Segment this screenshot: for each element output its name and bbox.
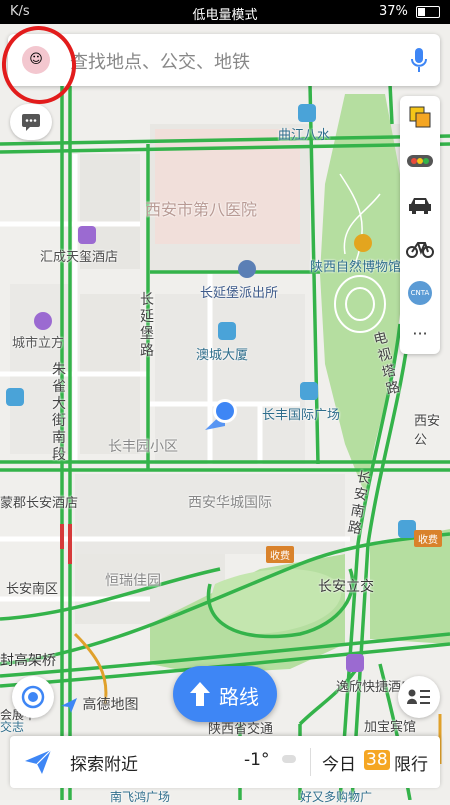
bottom-bar: 探索附近 -1° 今日 38 限行 bbox=[10, 736, 440, 788]
today-label: 今日 bbox=[322, 755, 356, 775]
list-view-button[interactable] bbox=[398, 676, 440, 718]
poi-xian-right[interactable]: 西安公 bbox=[414, 410, 444, 448]
poi-changyanbao-police[interactable]: 长延堡派出所 bbox=[200, 282, 278, 301]
cloud-icon bbox=[282, 755, 296, 763]
road-gaojiaqiao: 封高架桥 bbox=[0, 653, 56, 669]
list-icon bbox=[407, 689, 430, 704]
route-button-label: 路线 bbox=[219, 685, 259, 709]
area-hengrui-jiayuan: 恒瑞佳园 bbox=[105, 573, 161, 589]
brand-logo: 高德地图 bbox=[60, 694, 138, 714]
battery-icon bbox=[416, 5, 440, 18]
road-zhuque-street: 朱雀大街南段 bbox=[52, 362, 66, 463]
building-icon bbox=[218, 322, 236, 340]
poi-chengshi-lifang[interactable]: 城市立方 bbox=[12, 332, 64, 351]
traffic-button[interactable] bbox=[400, 140, 440, 182]
locate-icon bbox=[21, 685, 45, 709]
paper-plane-icon bbox=[25, 749, 52, 774]
poi-nanjun-hotel[interactable]: 蒙郡长安酒店 bbox=[0, 492, 78, 511]
map-tools-panel: CNTA ··· bbox=[400, 96, 440, 354]
temperature: -1° bbox=[244, 750, 270, 770]
microphone-icon[interactable] bbox=[410, 46, 428, 74]
taxi-button[interactable] bbox=[400, 184, 440, 226]
poi-qujiang[interactable]: 曲江八水 bbox=[278, 124, 330, 143]
restriction-label: 限行 bbox=[394, 755, 428, 775]
cnta-button[interactable]: CNTA bbox=[400, 272, 440, 314]
poi-xian-eighth-hospital[interactable]: 西安市第八医院 bbox=[145, 196, 257, 220]
area-changan-lijiao: 长安立交 bbox=[318, 579, 374, 595]
shop-icon bbox=[34, 312, 52, 330]
explore-nearby-label: 探索附近 bbox=[70, 755, 138, 775]
route-button[interactable]: 路线 bbox=[173, 666, 277, 722]
amap-logo-icon bbox=[61, 698, 77, 713]
poi-changan-nanqu[interactable]: 长安南区 bbox=[6, 578, 58, 597]
locate-me-button[interactable] bbox=[12, 676, 54, 718]
layers-icon bbox=[409, 106, 431, 128]
poi-jiaozhi[interactable]: 交志 bbox=[0, 718, 24, 735]
road-changyanbao: 长延堡路 bbox=[140, 292, 154, 359]
battery-percent: 37% bbox=[378, 4, 408, 19]
messages-button[interactable] bbox=[10, 104, 52, 140]
museum-icon bbox=[354, 234, 372, 252]
brand-name: 高德地图 bbox=[82, 697, 139, 713]
chat-bubble-icon bbox=[22, 114, 40, 131]
cnta-icon: CNTA bbox=[408, 281, 432, 305]
layers-button[interactable] bbox=[400, 96, 440, 138]
area-changfengyuan: 长丰园小区 bbox=[108, 439, 178, 455]
bike-button[interactable] bbox=[400, 228, 440, 270]
attraction-icon bbox=[298, 104, 316, 122]
toll-badge: 收费 bbox=[414, 530, 442, 547]
explore-nearby-button[interactable]: 探索附近 bbox=[10, 736, 230, 788]
building-icon bbox=[6, 388, 24, 406]
battery-status: 37% bbox=[379, 4, 440, 19]
restriction-numbers: 38 bbox=[364, 750, 390, 770]
route-arrow-icon bbox=[190, 682, 210, 706]
poi-shaanxi-museum[interactable]: 陕西自然博物馆 bbox=[310, 256, 401, 275]
weather-widget[interactable]: -1° bbox=[238, 736, 308, 788]
poi-jiabao-hotel[interactable]: 加宝宾馆 bbox=[364, 716, 416, 735]
traffic-restriction[interactable]: 今日 38 限行 bbox=[320, 736, 440, 788]
hotel-icon bbox=[346, 654, 364, 672]
hotel-icon bbox=[78, 226, 96, 244]
taxi-icon bbox=[409, 198, 431, 214]
status-bar: K/s 低电量模式 37% bbox=[0, 0, 450, 24]
poi-haoyou-plaza[interactable]: 好又多购物广 bbox=[300, 788, 372, 805]
bike-icon bbox=[406, 242, 434, 258]
building-icon bbox=[300, 382, 318, 400]
more-icon: ··· bbox=[412, 323, 428, 343]
traffic-light-icon bbox=[407, 155, 433, 167]
more-button[interactable]: ··· bbox=[400, 312, 440, 354]
area-xian-huacheng: 西安华城国际 bbox=[188, 495, 272, 511]
poi-changfeng-plaza[interactable]: 长丰国际广场 bbox=[262, 404, 340, 423]
police-icon bbox=[238, 260, 256, 278]
search-input[interactable]: 查找地点、公交、地铁 bbox=[70, 48, 250, 74]
divider bbox=[310, 748, 311, 776]
toll-badge: 收费 bbox=[266, 546, 294, 563]
poi-aocheng-dasha[interactable]: 澳城大厦 bbox=[196, 344, 248, 363]
poi-nanfei-plaza[interactable]: 南飞鸿广场 bbox=[110, 788, 170, 805]
poi-huicheng-hotel[interactable]: 汇成天玺酒店 bbox=[40, 246, 118, 265]
